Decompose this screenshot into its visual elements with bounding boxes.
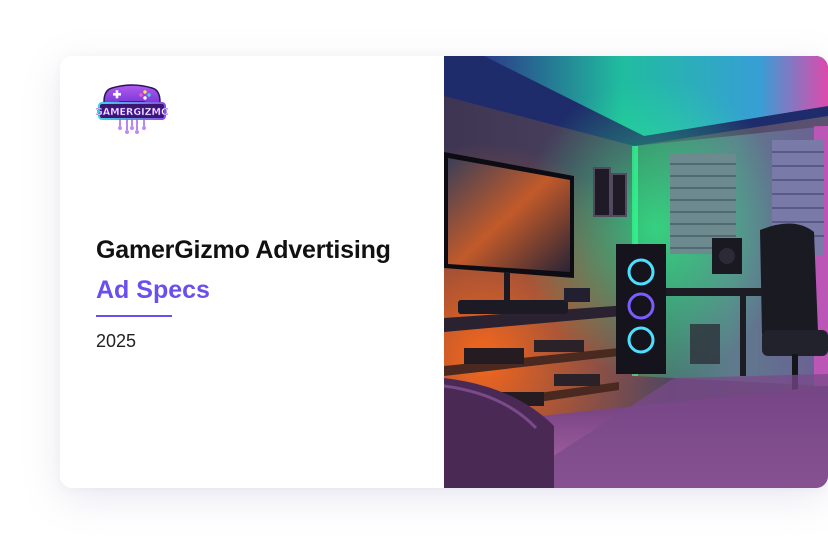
subtitle-underline	[96, 315, 172, 317]
cover-text-panel: GAMERGIZMO GamerGizmo Advertising Ad Spe…	[60, 56, 444, 488]
cover-card: GAMERGIZMO GamerGizmo Advertising Ad Spe…	[60, 56, 828, 488]
page-title: GamerGizmo Advertising	[96, 236, 391, 264]
page: GAMERGIZMO GamerGizmo Advertising Ad Spe…	[0, 0, 828, 552]
page-subtitle: Ad Specs	[96, 276, 210, 304]
year-label: 2025	[96, 331, 137, 351]
gamergizmo-logo: GAMERGIZMO	[96, 84, 168, 134]
gaming-room-photo	[444, 56, 828, 488]
logo-text: GAMERGIZMO	[96, 107, 168, 118]
